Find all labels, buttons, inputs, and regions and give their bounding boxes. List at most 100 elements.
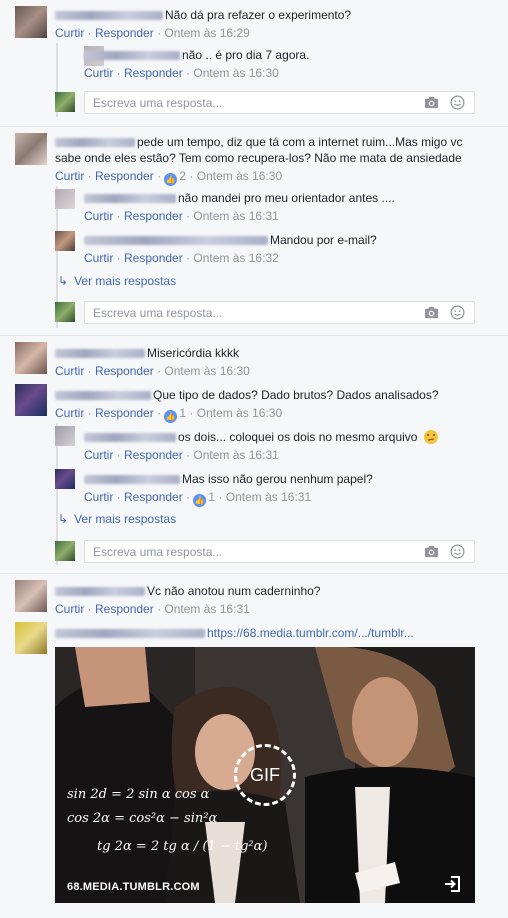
gif-math-overlay: tg 2α = 2 tg α / (1 − tg²α) — [97, 839, 268, 854]
comment-text: Que tipo de dados? Dado brutos? Dados an… — [55, 387, 439, 403]
avatar[interactable] — [55, 189, 75, 209]
reply-actions: Curtir · Responder · Ontem às 16:32 — [84, 251, 279, 265]
reply-link[interactable]: Responder — [124, 448, 183, 462]
gif-play-button[interactable]: GIF — [234, 744, 296, 806]
reply-actions: Curtir · Responder · 👍 1 · Ontem às 16:31 — [84, 490, 312, 507]
reply-text: os dois... coloquei os dois no mesmo arq… — [84, 429, 438, 445]
author-name[interactable] — [84, 475, 180, 485]
avatar[interactable] — [15, 580, 47, 612]
author-name[interactable] — [84, 236, 268, 246]
like-count[interactable]: 2 — [179, 169, 186, 183]
camera-icon[interactable] — [424, 305, 439, 320]
avatar[interactable] — [55, 426, 75, 446]
like-link[interactable]: Curtir — [55, 26, 84, 40]
camera-icon[interactable] — [424, 95, 439, 110]
author-name[interactable] — [55, 587, 145, 597]
comment-text: https://68.media.tumblr.com/.../tumblr..… — [55, 625, 414, 641]
reply-text: não mandei pro meu orientador antes .... — [84, 190, 395, 206]
author-name[interactable] — [84, 51, 180, 61]
open-external-icon[interactable] — [443, 875, 461, 893]
avatar[interactable] — [15, 342, 47, 374]
author-name[interactable] — [55, 138, 135, 148]
avatar[interactable] — [15, 622, 47, 654]
comment-text: pede um tempo, diz que tá com a internet… — [55, 134, 462, 150]
comment-text: Não dá pra refazer o experimento? — [55, 7, 351, 23]
timestamp[interactable]: Ontem às 16:30 — [197, 406, 282, 420]
reply-link[interactable]: Responder — [95, 364, 154, 378]
confused-emoji-icon — [423, 430, 438, 444]
timestamp[interactable]: Ontem às 16:31 — [164, 602, 249, 616]
reply-text: não .. é pro dia 7 agora. — [84, 47, 309, 63]
author-name[interactable] — [55, 11, 163, 21]
reply-box[interactable] — [84, 301, 475, 324]
timestamp[interactable]: Ontem às 16:31 — [193, 448, 278, 462]
reply-actions: Curtir · Responder · Ontem às 16:31 — [84, 448, 279, 462]
emoji-icon[interactable] — [450, 305, 465, 320]
emoji-icon[interactable] — [450, 544, 465, 559]
emoji-icon[interactable] — [450, 95, 465, 110]
like-link[interactable]: Curtir — [55, 406, 84, 420]
like-link[interactable]: Curtir — [55, 169, 84, 183]
gif-math-overlay: sin 2d = 2 sin α cos α — [67, 787, 210, 802]
reply-link[interactable]: Responder — [95, 26, 154, 40]
avatar[interactable] — [15, 6, 47, 38]
divider — [0, 573, 508, 574]
author-name[interactable] — [55, 391, 151, 401]
gif-preview[interactable]: sin 2d = 2 sin α cos α cos 2α = cos²α − … — [55, 647, 475, 903]
reply-arrow-icon: ↳ — [58, 274, 69, 288]
reply-actions: Curtir · Responder · Ontem às 16:31 — [84, 209, 279, 223]
like-count[interactable]: 1 — [179, 406, 186, 420]
comment-text: Vc não anotou num caderninho? — [55, 583, 320, 599]
timestamp[interactable]: Ontem às 16:30 — [197, 169, 282, 183]
reply-box[interactable] — [84, 91, 475, 114]
avatar[interactable] — [15, 384, 47, 416]
timestamp[interactable]: Ontem às 16:32 — [193, 251, 278, 265]
like-link[interactable]: Curtir — [84, 251, 113, 265]
timestamp[interactable]: Ontem às 16:31 — [193, 209, 278, 223]
timestamp[interactable]: Ontem às 16:31 — [226, 490, 311, 504]
gif-source[interactable]: 68.MEDIA.TUMBLR.COM — [67, 881, 200, 893]
like-link[interactable]: Curtir — [84, 66, 113, 80]
reply-link[interactable]: Responder — [95, 602, 154, 616]
reply-box[interactable] — [84, 540, 475, 563]
like-link[interactable]: Curtir — [84, 490, 113, 504]
avatar[interactable] — [55, 469, 75, 489]
like-icon: 👍 — [193, 494, 207, 507]
reply-text: Mas isso não gerou nenhum papel? — [84, 471, 373, 487]
divider — [0, 335, 508, 336]
reply-input[interactable] — [93, 305, 413, 320]
reply-link[interactable]: Responder — [124, 209, 183, 223]
reply-link[interactable]: Responder — [124, 66, 183, 80]
author-name[interactable] — [84, 433, 176, 443]
camera-icon[interactable] — [424, 544, 439, 559]
timestamp[interactable]: Ontem às 16:30 — [164, 364, 249, 378]
avatar[interactable] — [55, 231, 75, 251]
reply-input[interactable] — [93, 544, 413, 559]
divider — [0, 126, 508, 127]
avatar[interactable] — [15, 133, 47, 165]
comment-actions: Curtir · Responder · 👍 2 · Ontem às 16:30 — [55, 169, 283, 186]
like-count[interactable]: 1 — [208, 490, 215, 504]
avatar — [55, 541, 75, 561]
reply-link[interactable]: Responder — [124, 490, 183, 504]
like-link[interactable]: Curtir — [84, 209, 113, 223]
more-replies-link[interactable]: ↳ Ver mais respostas — [58, 511, 176, 527]
author-name[interactable] — [84, 194, 176, 204]
reply-link[interactable]: Responder — [95, 406, 154, 420]
reply-text: Mandou por e-mail? — [84, 232, 377, 248]
gif-link[interactable]: https://68.media.tumblr.com/.../tumblr..… — [207, 626, 414, 640]
more-replies-link[interactable]: ↳ Ver mais respostas — [58, 273, 176, 289]
like-link[interactable]: Curtir — [55, 364, 84, 378]
author-name[interactable] — [55, 349, 145, 359]
comment-actions: Curtir · Responder · Ontem às 16:29 — [55, 26, 250, 40]
like-link[interactable]: Curtir — [55, 602, 84, 616]
timestamp[interactable]: Ontem às 16:29 — [164, 26, 249, 40]
reply-input[interactable] — [93, 95, 413, 110]
timestamp[interactable]: Ontem às 16:30 — [193, 66, 278, 80]
author-name[interactable] — [55, 629, 205, 639]
reply-link[interactable]: Responder — [95, 169, 154, 183]
reply-link[interactable]: Responder — [124, 251, 183, 265]
comment-text-line2: sabe onde eles estão? Tem como recupera-… — [55, 151, 462, 165]
comment-text: Misericórdia kkkk — [55, 345, 239, 361]
like-link[interactable]: Curtir — [84, 448, 113, 462]
